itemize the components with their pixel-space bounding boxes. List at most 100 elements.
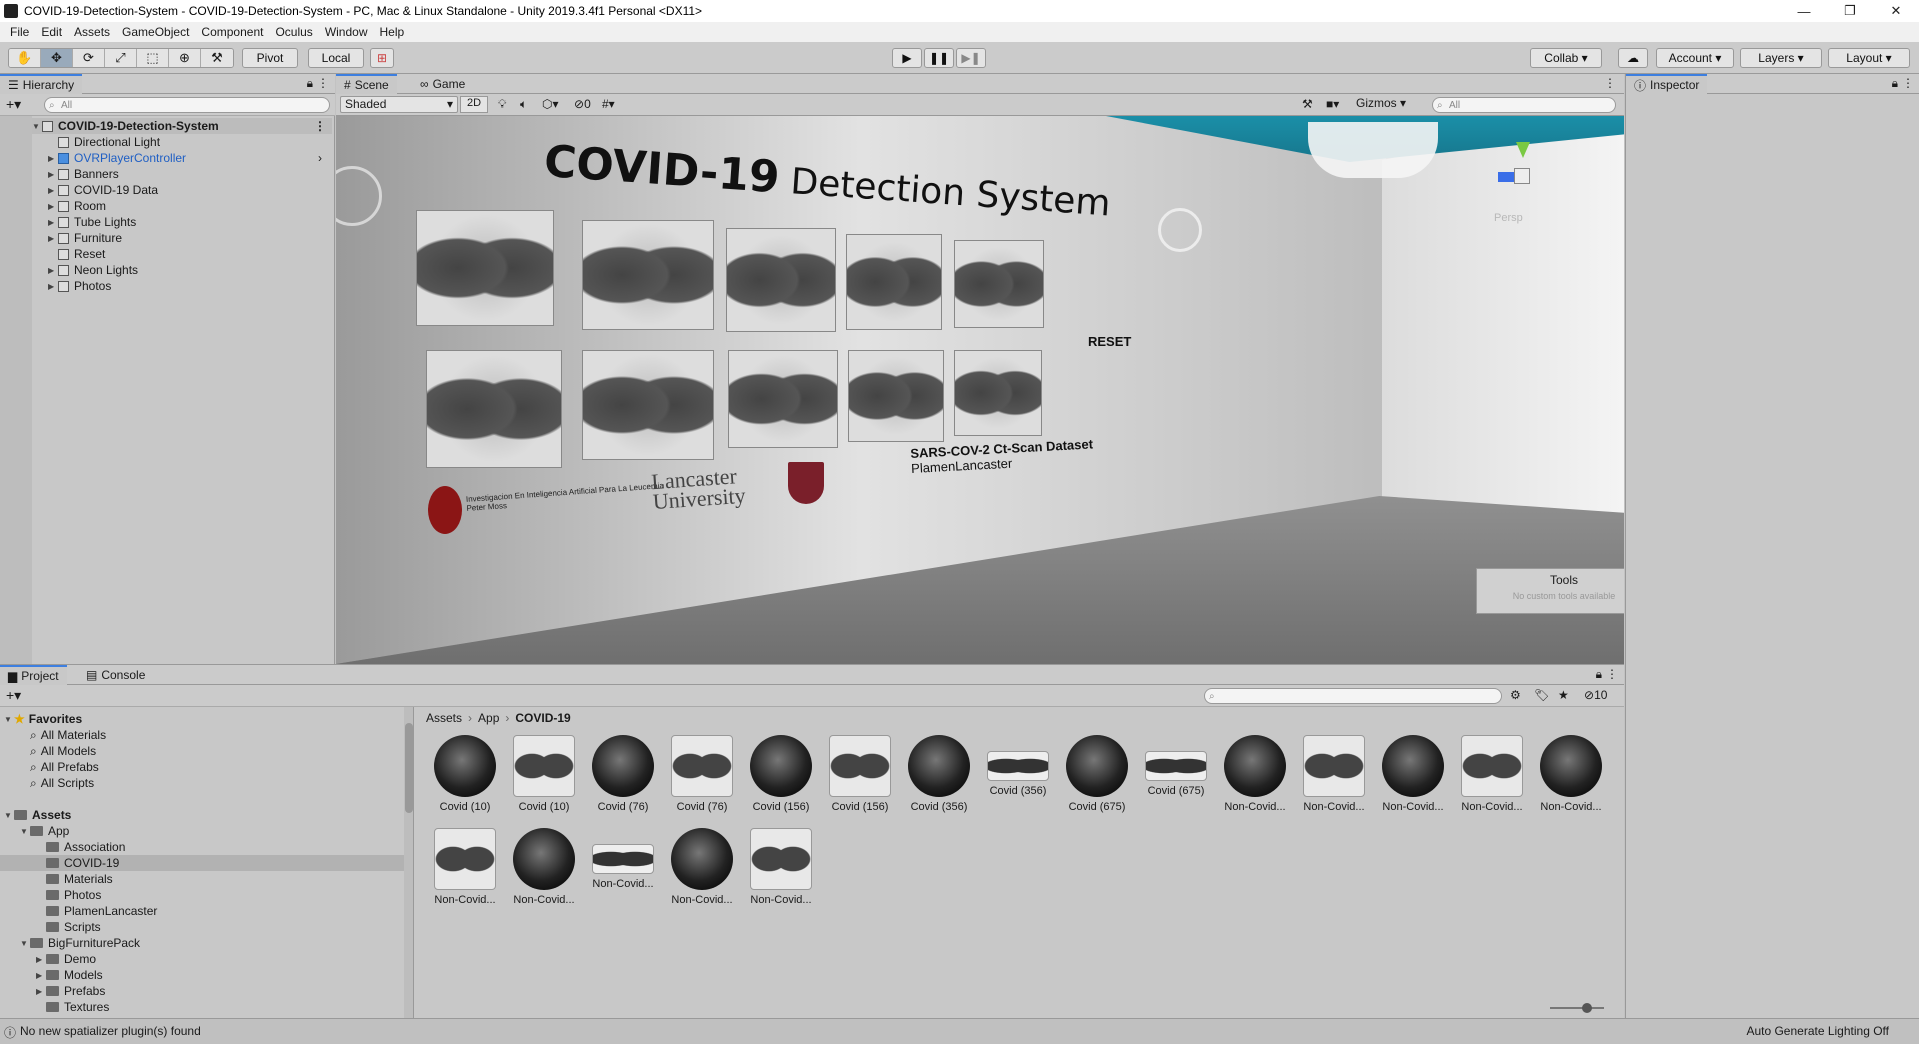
favorites-header[interactable]: ▼ ★ Favorites bbox=[4, 711, 82, 727]
favorite-item[interactable]: ⌕ All Prefabs bbox=[30, 759, 99, 775]
asset-item[interactable]: Covid (10) bbox=[505, 735, 583, 827]
pivot-button[interactable]: Pivot bbox=[242, 48, 298, 68]
breadcrumb-app[interactable]: App bbox=[478, 711, 499, 725]
cloud-icon[interactable]: ☁ bbox=[1618, 48, 1648, 68]
account-dropdown[interactable]: Account ▾ bbox=[1656, 48, 1734, 68]
tab-inspector[interactable]: ⓘ Inspector bbox=[1626, 74, 1708, 94]
hand-icon[interactable]: ✋ bbox=[9, 49, 41, 67]
gizmo-center[interactable] bbox=[1514, 168, 1530, 184]
transform-icon[interactable]: ⊕ bbox=[169, 49, 201, 67]
collapsed-arrow-icon[interactable]: ▶ bbox=[36, 987, 46, 996]
favorite-item[interactable]: ⌕ All Materials bbox=[30, 727, 106, 743]
hidden-objects-icon[interactable]: ⊘0 bbox=[574, 97, 591, 111]
slider-thumb[interactable] bbox=[1582, 1003, 1592, 1013]
menu-assets[interactable]: Assets bbox=[68, 25, 116, 39]
folder-tree-item[interactable]: PlamenLancaster bbox=[0, 903, 404, 919]
hierarchy-item[interactable]: ▶ Neon Lights bbox=[48, 262, 138, 278]
hierarchy-item[interactable]: Directional Light bbox=[48, 134, 160, 150]
asset-item[interactable]: Non-Covid... bbox=[584, 828, 662, 920]
z-axis-cone[interactable] bbox=[1498, 172, 1514, 182]
hierarchy-item[interactable]: ▶ Tube Lights bbox=[48, 214, 136, 230]
auto-lighting-status[interactable]: Auto Generate Lighting Off bbox=[1746, 1024, 1889, 1038]
asset-item[interactable]: Non-Covid... bbox=[505, 828, 583, 920]
scene-orientation-gizmo[interactable] bbox=[1466, 142, 1556, 212]
filter-by-type-icon[interactable]: ⚙ bbox=[1510, 688, 1521, 702]
status-message[interactable]: No new spatializer plugin(s) found bbox=[20, 1024, 201, 1038]
folder-tree-item[interactable]: Photos bbox=[0, 887, 404, 903]
tab-game[interactable]: ∞ Game bbox=[412, 74, 473, 94]
projection-label[interactable]: Persp bbox=[1494, 212, 1523, 224]
folder-tree-item[interactable]: ▼ App bbox=[0, 823, 404, 839]
play-button[interactable]: ▶ bbox=[892, 48, 922, 68]
menu-gameobject[interactable]: GameObject bbox=[116, 25, 195, 39]
asset-item[interactable]: Covid (675) bbox=[1137, 735, 1215, 827]
effects-icon[interactable]: ⬡▾ bbox=[542, 97, 559, 111]
favorite-item[interactable]: ⌕ All Models bbox=[30, 743, 96, 759]
chevron-right-icon[interactable]: › bbox=[318, 151, 322, 165]
tab-hierarchy[interactable]: ☰ Hierarchy bbox=[0, 74, 83, 94]
collapsed-arrow-icon[interactable]: ▶ bbox=[48, 266, 58, 275]
move-icon[interactable]: ✥ bbox=[41, 49, 73, 67]
hierarchy-item[interactable]: Reset bbox=[48, 246, 105, 262]
assets-header[interactable]: ▼ Assets bbox=[4, 807, 71, 823]
lighting-icon[interactable]: 💡︎ bbox=[498, 97, 506, 112]
2d-toggle[interactable]: 2D bbox=[460, 96, 488, 113]
asset-item[interactable]: Non-Covid... bbox=[1453, 735, 1531, 827]
expanded-arrow-icon[interactable]: ▼ bbox=[20, 827, 30, 836]
create-button[interactable]: +▾ bbox=[6, 96, 21, 113]
y-axis-cone[interactable] bbox=[1516, 142, 1530, 158]
folder-tree-scrollbar[interactable] bbox=[404, 707, 413, 1019]
collapsed-arrow-icon[interactable]: ▶ bbox=[48, 218, 58, 227]
custom-tool-icon[interactable]: ⚒ bbox=[201, 49, 233, 67]
asset-item[interactable]: Covid (156) bbox=[821, 735, 899, 827]
hierarchy-root[interactable]: ▼ COVID-19-Detection-System ⋮ bbox=[32, 118, 332, 134]
gizmos-dropdown[interactable]: Gizmos ▾ bbox=[1356, 96, 1424, 113]
breadcrumb-assets[interactable]: Assets bbox=[426, 711, 462, 725]
menu-file[interactable]: File bbox=[4, 25, 35, 39]
folder-tree-item[interactable]: ▼ BigFurniturePack bbox=[0, 935, 404, 951]
tab-console[interactable]: ▤ Console bbox=[78, 665, 153, 685]
maximize-button[interactable]: ❐ bbox=[1827, 0, 1873, 22]
grid-toggle-icon[interactable]: #▾ bbox=[602, 97, 615, 111]
expanded-arrow-icon[interactable]: ▼ bbox=[20, 939, 30, 948]
folder-tree-item[interactable]: Materials bbox=[0, 871, 404, 887]
folder-tree-item[interactable]: COVID-19 bbox=[0, 855, 404, 871]
layers-dropdown[interactable]: Layers ▾ bbox=[1740, 48, 1822, 68]
hidden-packages-icon[interactable]: ⊘10 bbox=[1584, 688, 1607, 702]
kebab-menu-icon[interactable]: ⋮ bbox=[1606, 667, 1618, 681]
reset-label[interactable]: RESET bbox=[1088, 334, 1131, 349]
menu-help[interactable]: Help bbox=[374, 25, 411, 39]
asset-item[interactable]: Covid (156) bbox=[742, 735, 820, 827]
hierarchy-item[interactable]: ▶ Furniture bbox=[48, 230, 122, 246]
scene-viewport[interactable]: COVID-19 Detection System RESET SARS-COV… bbox=[336, 116, 1624, 664]
asset-item[interactable]: Non-Covid... bbox=[1374, 735, 1452, 827]
hierarchy-item[interactable]: ▶ Photos bbox=[48, 278, 111, 294]
kebab-menu-icon[interactable]: ⋮ bbox=[1902, 76, 1914, 90]
folder-tree-item[interactable]: ▶ Prefabs bbox=[0, 983, 404, 999]
menu-window[interactable]: Window bbox=[319, 25, 374, 39]
audio-icon[interactable]: 🔈︎ bbox=[520, 97, 527, 112]
hierarchy-item[interactable]: ▶ COVID-19 Data bbox=[48, 182, 158, 198]
hierarchy-item[interactable]: ▶ OVRPlayerController › bbox=[48, 150, 322, 166]
tab-project[interactable]: ▆ Project bbox=[0, 665, 67, 685]
folder-tree-item[interactable]: ▶ Models bbox=[0, 967, 404, 983]
collapsed-arrow-icon[interactable]: ▶ bbox=[48, 234, 58, 243]
folder-tree-item[interactable]: Textures bbox=[0, 999, 404, 1015]
kebab-menu-icon[interactable]: ⋮ bbox=[1604, 76, 1616, 90]
close-button[interactable]: ✕ bbox=[1873, 0, 1919, 22]
scrollbar-thumb[interactable] bbox=[405, 723, 413, 813]
asset-item[interactable]: Covid (675) bbox=[1058, 735, 1136, 827]
collapsed-arrow-icon[interactable]: ▶ bbox=[48, 170, 58, 179]
collapsed-arrow-icon[interactable]: ▶ bbox=[36, 955, 46, 964]
scale-icon[interactable]: ⤢ bbox=[105, 49, 137, 67]
expanded-arrow-icon[interactable]: ▼ bbox=[4, 811, 14, 820]
asset-item[interactable]: Non-Covid... bbox=[1295, 735, 1373, 827]
local-button[interactable]: Local bbox=[308, 48, 364, 68]
folder-tree-item[interactable]: Association bbox=[0, 839, 404, 855]
collapsed-arrow-icon[interactable]: ▶ bbox=[36, 971, 46, 980]
grid-snap-icon[interactable]: ⊞ bbox=[370, 48, 394, 68]
collapsed-arrow-icon[interactable]: ▶ bbox=[48, 186, 58, 195]
create-button[interactable]: +▾ bbox=[6, 687, 21, 704]
hierarchy-item[interactable]: ▶ Banners bbox=[48, 166, 119, 182]
asset-item[interactable]: Non-Covid... bbox=[663, 828, 741, 920]
